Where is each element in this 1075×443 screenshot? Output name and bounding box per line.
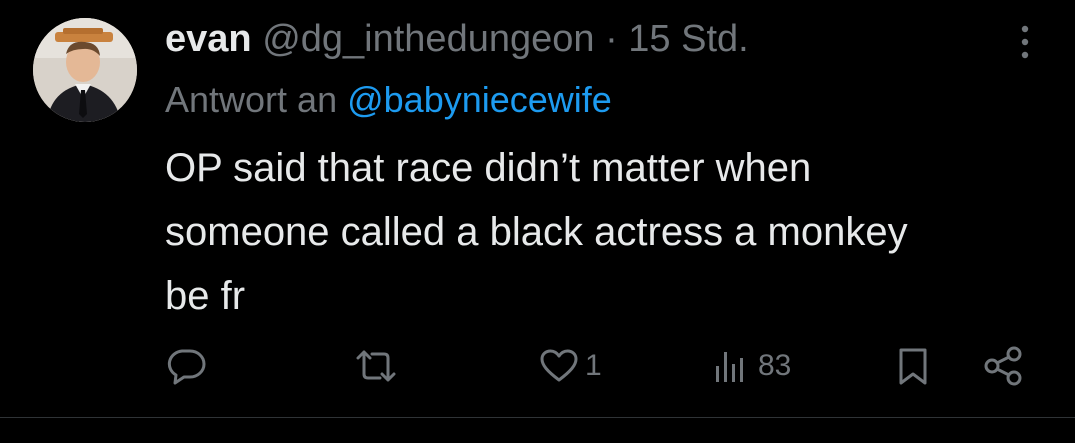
- views-button[interactable]: 83: [710, 338, 791, 394]
- author-handle[interactable]: @dg_inthedungeon: [262, 18, 594, 60]
- reply-context: Antwort an @babyniecewife: [165, 76, 612, 124]
- heart-icon: [540, 349, 578, 382]
- tweet: evan @dg_inthedungeon · 15 Std. Antwort …: [0, 0, 1075, 443]
- tweet-text-line: someone called a black actress a monkey: [165, 210, 908, 254]
- reply-prefix: Antwort an: [165, 79, 338, 120]
- avatar[interactable]: [33, 18, 137, 122]
- speech-bubble-icon: [167, 349, 206, 385]
- action-bar: 1 83: [0, 338, 1075, 394]
- author-name[interactable]: evan: [165, 18, 252, 60]
- retweet-button[interactable]: [352, 338, 400, 394]
- tweet-text-line: be fr: [165, 274, 246, 318]
- tweet-time[interactable]: 15 Std.: [628, 18, 748, 60]
- header-separator: ·: [605, 18, 618, 60]
- tweet-text: OP said that race didn’t matter when som…: [165, 136, 1055, 328]
- like-count: 1: [585, 349, 602, 382]
- more-options-button[interactable]: [1005, 22, 1045, 62]
- bookmark-icon: [899, 348, 927, 385]
- divider: [0, 417, 1075, 418]
- retweet-icon: [356, 350, 396, 382]
- views-count: 83: [758, 349, 792, 382]
- share-icon: [984, 346, 1022, 386]
- bookmark-button[interactable]: [891, 338, 935, 394]
- vertical-ellipsis-icon: [1021, 25, 1029, 59]
- like-button[interactable]: 1: [537, 338, 602, 394]
- bar-chart-icon: [716, 352, 743, 382]
- tweet-text-line: OP said that race didn’t matter when: [165, 146, 812, 190]
- reply-button[interactable]: [164, 338, 208, 394]
- tweet-header: evan @dg_inthedungeon · 15 Std.: [165, 14, 749, 64]
- avatar-image: [33, 18, 137, 122]
- share-button[interactable]: [980, 338, 1028, 394]
- reply-mention-link[interactable]: @babyniecewife: [347, 79, 612, 120]
